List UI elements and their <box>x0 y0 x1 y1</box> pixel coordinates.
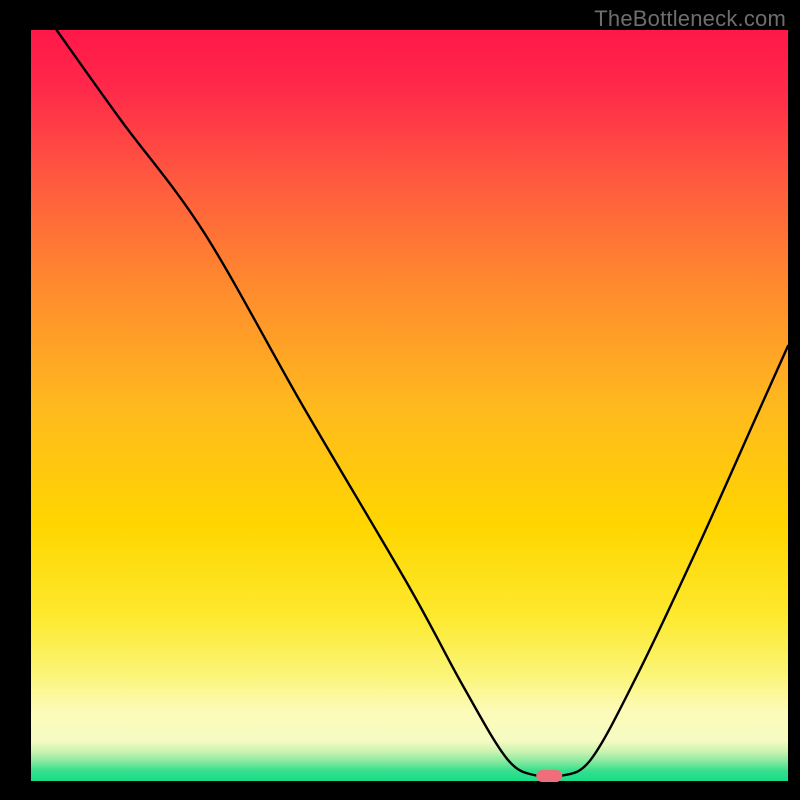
chart-canvas <box>0 0 800 800</box>
bottleneck-chart: TheBottleneck.com <box>0 0 800 800</box>
current-point-marker <box>536 770 562 782</box>
gradient-background <box>30 30 788 782</box>
watermark-text: TheBottleneck.com <box>594 6 786 32</box>
